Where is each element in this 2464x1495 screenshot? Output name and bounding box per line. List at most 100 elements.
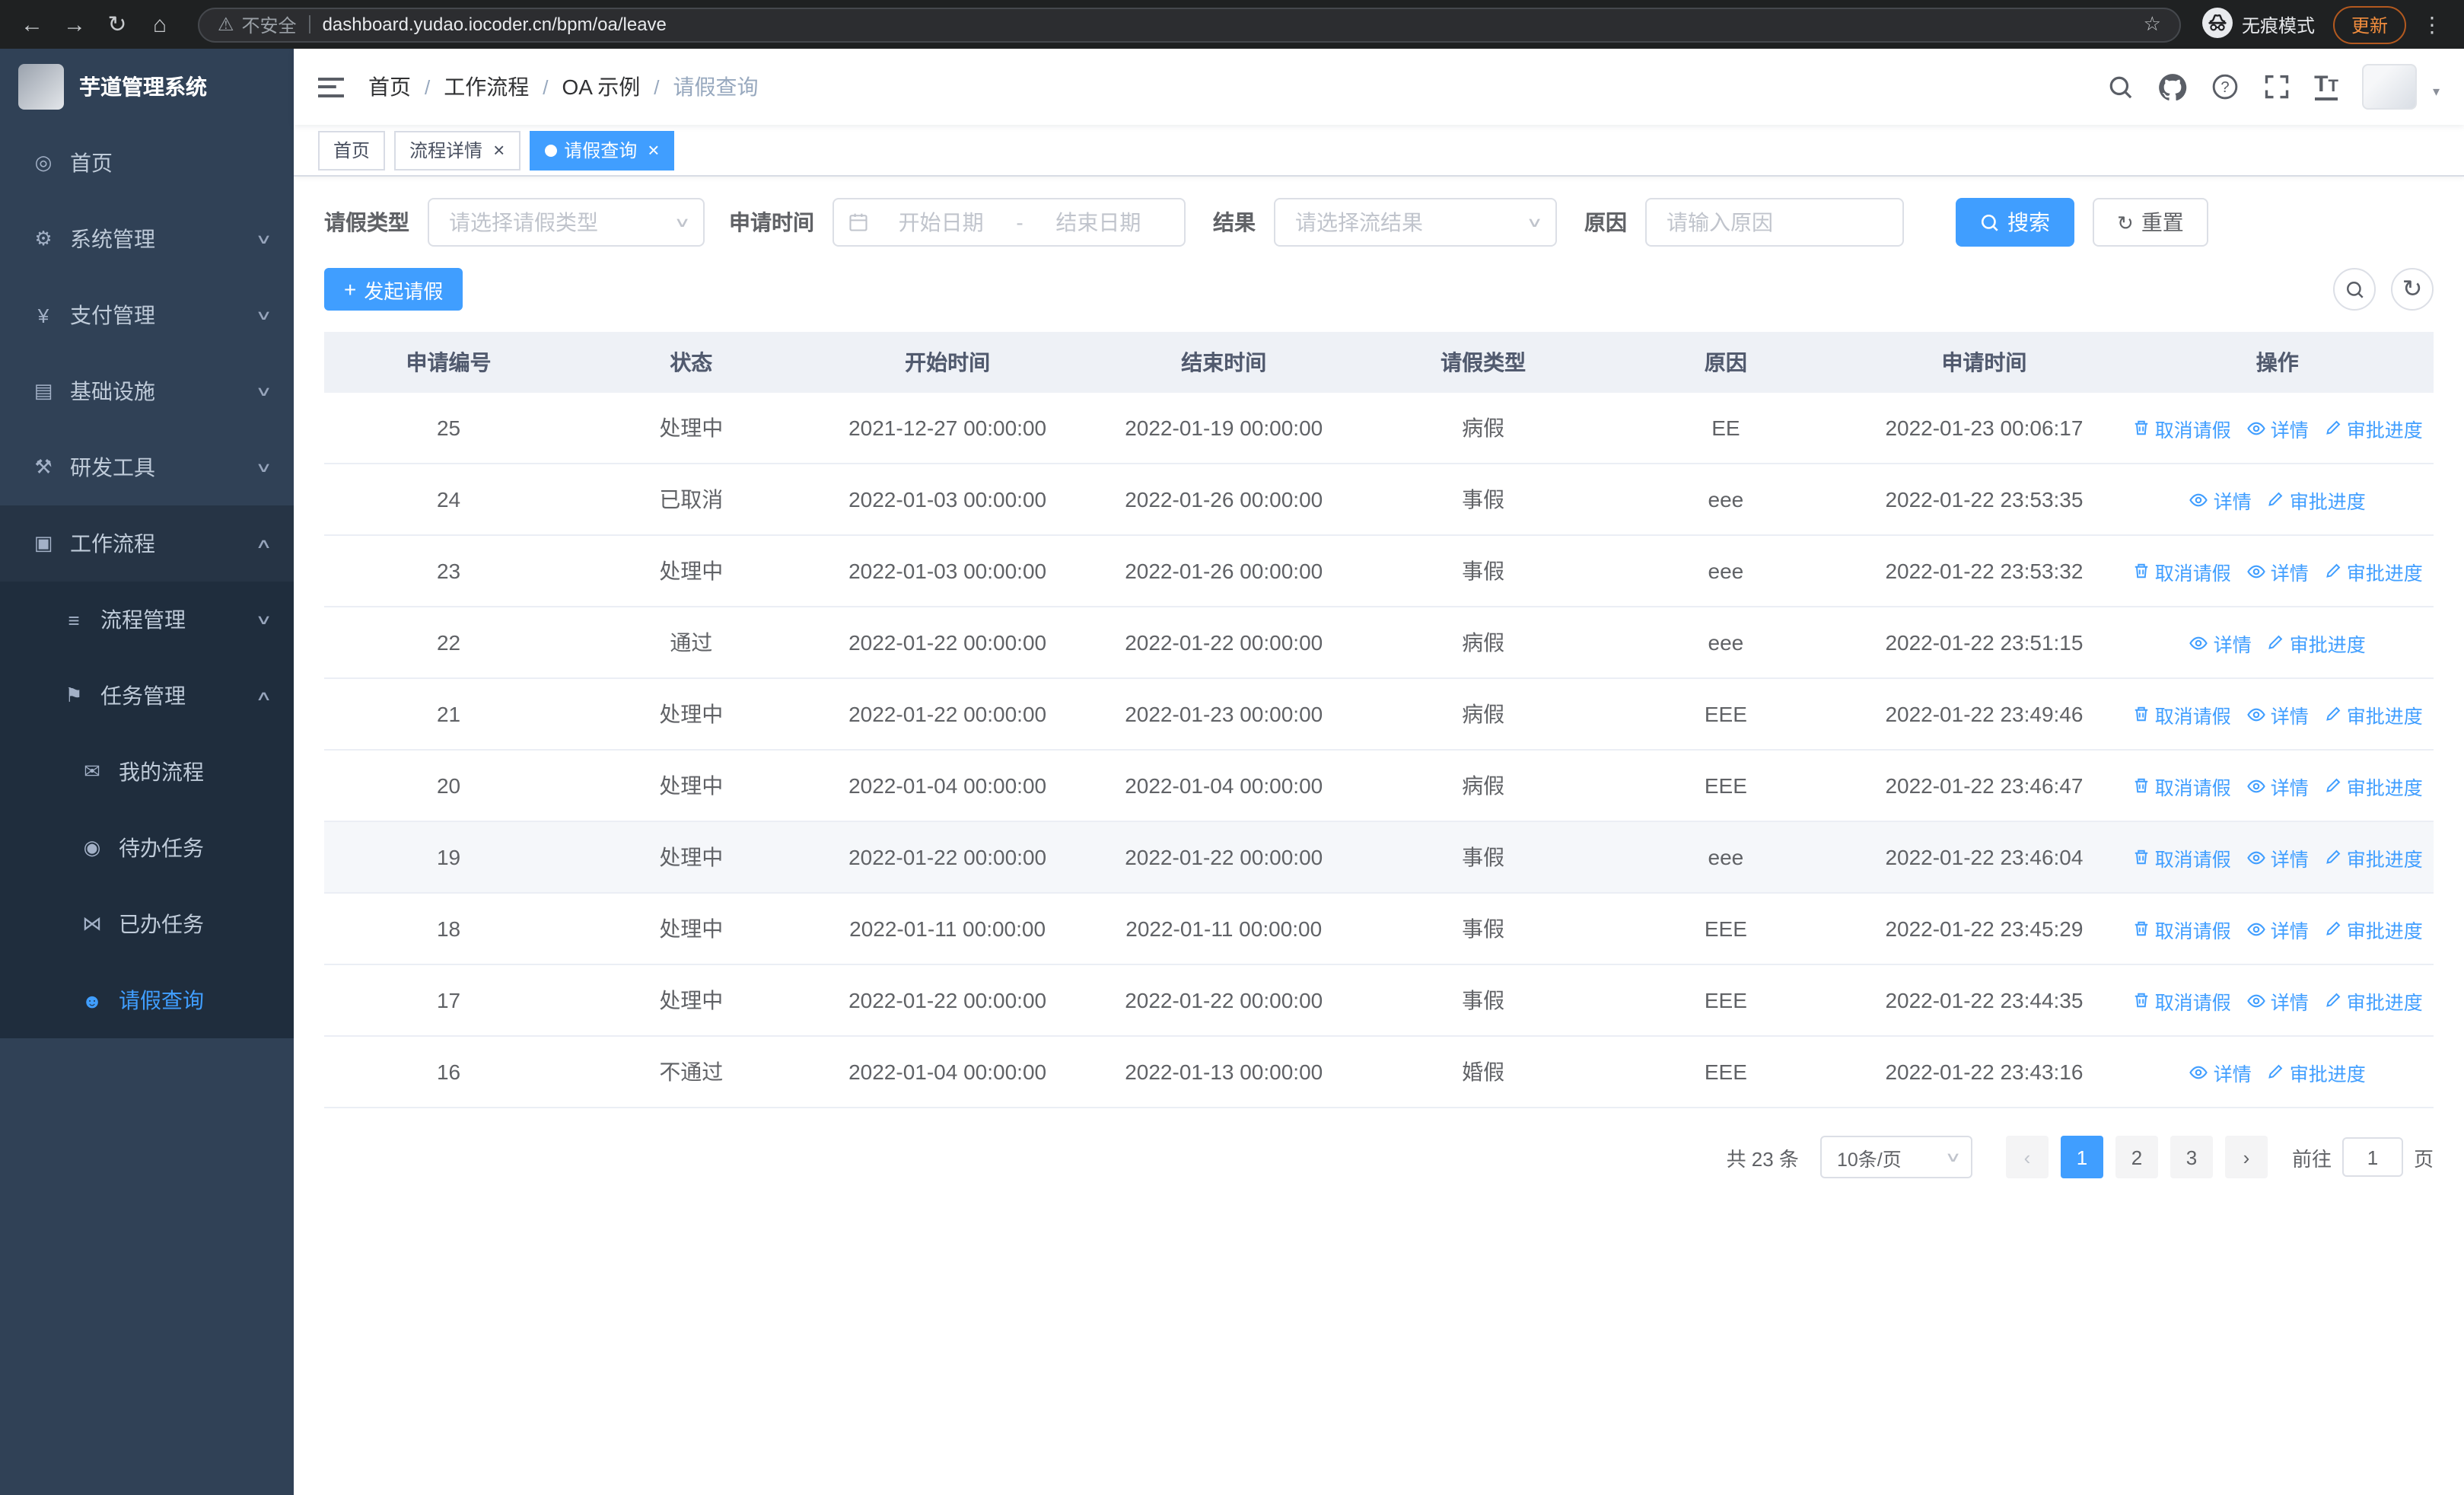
detail-link[interactable]: 详情 xyxy=(2246,914,2309,943)
view-tab[interactable]: 首页 xyxy=(318,130,386,170)
sidebar-item-todo-tasks[interactable]: ◉ 待办任务 xyxy=(0,810,294,886)
detail-link[interactable]: 详情 xyxy=(2246,771,2309,800)
end-date-input[interactable]: 结束日期 xyxy=(1027,207,1170,237)
detail-link[interactable]: 详情 xyxy=(2246,986,2309,1015)
approval-progress-link[interactable]: 审批进度 xyxy=(2267,628,2366,657)
result-select[interactable]: 请选择流结果 ∨ xyxy=(1274,198,1557,247)
back-icon[interactable]: ← xyxy=(15,13,49,36)
breadcrumb-item[interactable]: OA 示例 xyxy=(562,72,641,102)
detail-link[interactable]: 详情 xyxy=(2246,700,2309,728)
app-logo[interactable]: 芋道管理系统 xyxy=(0,49,294,125)
trash-icon xyxy=(2132,705,2150,723)
leave-type-select[interactable]: 请选择请假类型 ∨ xyxy=(428,198,705,247)
sidebar-item-leave-query[interactable]: ☻ 请假查询 xyxy=(0,962,294,1038)
sidebar-item-dev-tools[interactable]: ⚒ 研发工具 ∨ xyxy=(0,429,294,505)
cancel-leave-link[interactable]: 取消请假 xyxy=(2132,914,2231,943)
page-button-3[interactable]: 3 xyxy=(2170,1136,2213,1178)
cancel-leave-link[interactable]: 取消请假 xyxy=(2132,986,2231,1015)
close-icon[interactable]: × xyxy=(648,140,659,160)
cancel-leave-link[interactable]: 取消请假 xyxy=(2132,843,2231,872)
browser-menu-icon[interactable]: ⋮ xyxy=(2415,11,2449,37)
detail-link[interactable]: 详情 xyxy=(2189,1057,2252,1086)
reason-input[interactable] xyxy=(1647,199,1902,245)
sidebar-item-infrastructure[interactable]: ▤ 基础设施 ∨ xyxy=(0,353,294,429)
refresh-table-button[interactable]: ↻ xyxy=(2391,268,2434,311)
cell-end-time: 2022-01-26 00:00:00 xyxy=(1125,559,1323,583)
reload-icon[interactable]: ↻ xyxy=(100,13,134,36)
prev-page-button[interactable]: ‹ xyxy=(2005,1136,2049,1178)
goto-page-input[interactable] xyxy=(2341,1137,2403,1177)
search-icon[interactable] xyxy=(2107,74,2133,100)
start-date-input[interactable]: 开始日期 xyxy=(869,207,1013,237)
page-button-2[interactable]: 2 xyxy=(2115,1136,2158,1178)
approval-progress-link[interactable]: 审批进度 xyxy=(2324,771,2423,800)
sidebar-item-home[interactable]: ◎ 首页 xyxy=(0,125,294,201)
detail-link[interactable]: 详情 xyxy=(2246,843,2309,872)
page-size-select[interactable]: 10条/页 ∨ xyxy=(1819,1136,1972,1178)
cancel-leave-link[interactable]: 取消请假 xyxy=(2132,413,2231,442)
toggle-search-button[interactable] xyxy=(2333,268,2376,311)
date-range-picker[interactable]: 开始日期 - 结束日期 xyxy=(832,198,1186,247)
cancel-leave-link[interactable]: 取消请假 xyxy=(2132,700,2231,728)
breadcrumb-separator: / xyxy=(543,75,549,98)
detail-link[interactable]: 详情 xyxy=(2246,556,2309,585)
view-tab[interactable]: 请假查询 × xyxy=(529,130,675,170)
sidebar-item-process-management[interactable]: ≡ 流程管理 ∨ xyxy=(0,582,294,658)
approval-progress-link[interactable]: 审批进度 xyxy=(2324,843,2423,872)
cancel-leave-link[interactable]: 取消请假 xyxy=(2132,556,2231,585)
font-size-icon[interactable]: TT xyxy=(2314,73,2338,100)
detail-link[interactable]: 详情 xyxy=(2189,485,2252,514)
approval-progress-link[interactable]: 审批进度 xyxy=(2267,1057,2366,1086)
approval-progress-link[interactable]: 审批进度 xyxy=(2267,485,2366,514)
search-button[interactable]: 搜索 xyxy=(1956,198,2074,247)
page-button-1[interactable]: 1 xyxy=(2060,1136,2103,1178)
security-status[interactable]: ⚠ 不安全 xyxy=(218,11,297,37)
approval-progress-link[interactable]: 审批进度 xyxy=(2324,413,2423,442)
sidebar-item-task-management[interactable]: ⚑ 任务管理 ∧ xyxy=(0,658,294,734)
address-bar[interactable]: ⚠ 不安全 dashboard.yudao.iocoder.cn/bpm/oa/… xyxy=(198,7,2181,42)
chevron-icon: ∨ xyxy=(256,307,273,322)
chevron-icon: ∧ xyxy=(256,687,273,703)
fullscreen-icon[interactable] xyxy=(2262,73,2290,100)
refresh-icon: ↻ xyxy=(2117,211,2134,234)
detail-link[interactable]: 详情 xyxy=(2246,413,2309,442)
cell-end-time: 2022-01-13 00:00:00 xyxy=(1125,1060,1323,1084)
cancel-leave-link[interactable]: 取消请假 xyxy=(2132,771,2231,800)
breadcrumb: 首页 / 工作流程 / OA 示例 / 请假查询 xyxy=(368,72,758,102)
update-button[interactable]: 更新 xyxy=(2332,5,2406,43)
detail-link[interactable]: 详情 xyxy=(2189,628,2252,657)
view-tab[interactable]: 流程详情 × xyxy=(394,130,520,170)
approval-progress-link[interactable]: 审批进度 xyxy=(2324,556,2423,585)
breadcrumb-separator: / xyxy=(425,75,431,98)
github-icon[interactable] xyxy=(2157,72,2186,101)
reset-button[interactable]: ↻ 重置 xyxy=(2093,198,2208,247)
sidebar-item-done-tasks[interactable]: ⋈ 已办任务 xyxy=(0,886,294,962)
create-leave-button[interactable]: + 发起请假 xyxy=(324,268,463,311)
chevron-icon: ∨ xyxy=(256,611,273,626)
bookmark-star-icon[interactable]: ☆ xyxy=(2144,12,2161,37)
breadcrumb-item[interactable]: 首页 xyxy=(368,72,411,102)
approval-progress-link[interactable]: 审批进度 xyxy=(2324,986,2423,1015)
url-text[interactable]: dashboard.yudao.iocoder.cn/bpm/oa/leave xyxy=(323,14,2131,35)
close-icon[interactable]: × xyxy=(493,140,505,160)
sidebar-item-payment-management[interactable]: ¥ 支付管理 ∨ xyxy=(0,277,294,353)
chevron-icon: ∨ xyxy=(256,383,273,398)
collapse-menu-icon[interactable] xyxy=(318,77,344,97)
forward-icon[interactable]: → xyxy=(58,13,91,36)
browser-home-icon[interactable]: ⌂ xyxy=(143,13,177,36)
sidebar-item-my-processes[interactable]: ✉ 我的流程 xyxy=(0,734,294,810)
avatar-dropdown-caret-icon[interactable]: ▾ xyxy=(2433,84,2440,110)
sidebar-item-system-management[interactable]: ⚙ 系统管理 ∨ xyxy=(0,201,294,277)
help-icon[interactable]: ? xyxy=(2211,73,2238,100)
cell-start-time: 2022-01-22 00:00:00 xyxy=(848,988,1047,1012)
cell-actions: 详情 审批进度 xyxy=(2122,485,2434,514)
approval-progress-link[interactable]: 审批进度 xyxy=(2324,914,2423,943)
next-page-button[interactable]: › xyxy=(2224,1136,2268,1178)
cell-status: 处理中 xyxy=(659,916,724,941)
incognito-badge: 无痕模式 xyxy=(2201,7,2315,42)
breadcrumb-item[interactable]: 工作流程 xyxy=(444,72,529,102)
cell-end-time: 2022-01-19 00:00:00 xyxy=(1125,416,1323,440)
avatar[interactable] xyxy=(2362,64,2418,110)
sidebar-item-workflow[interactable]: ▣ 工作流程 ∧ xyxy=(0,505,294,582)
approval-progress-link[interactable]: 审批进度 xyxy=(2324,700,2423,728)
